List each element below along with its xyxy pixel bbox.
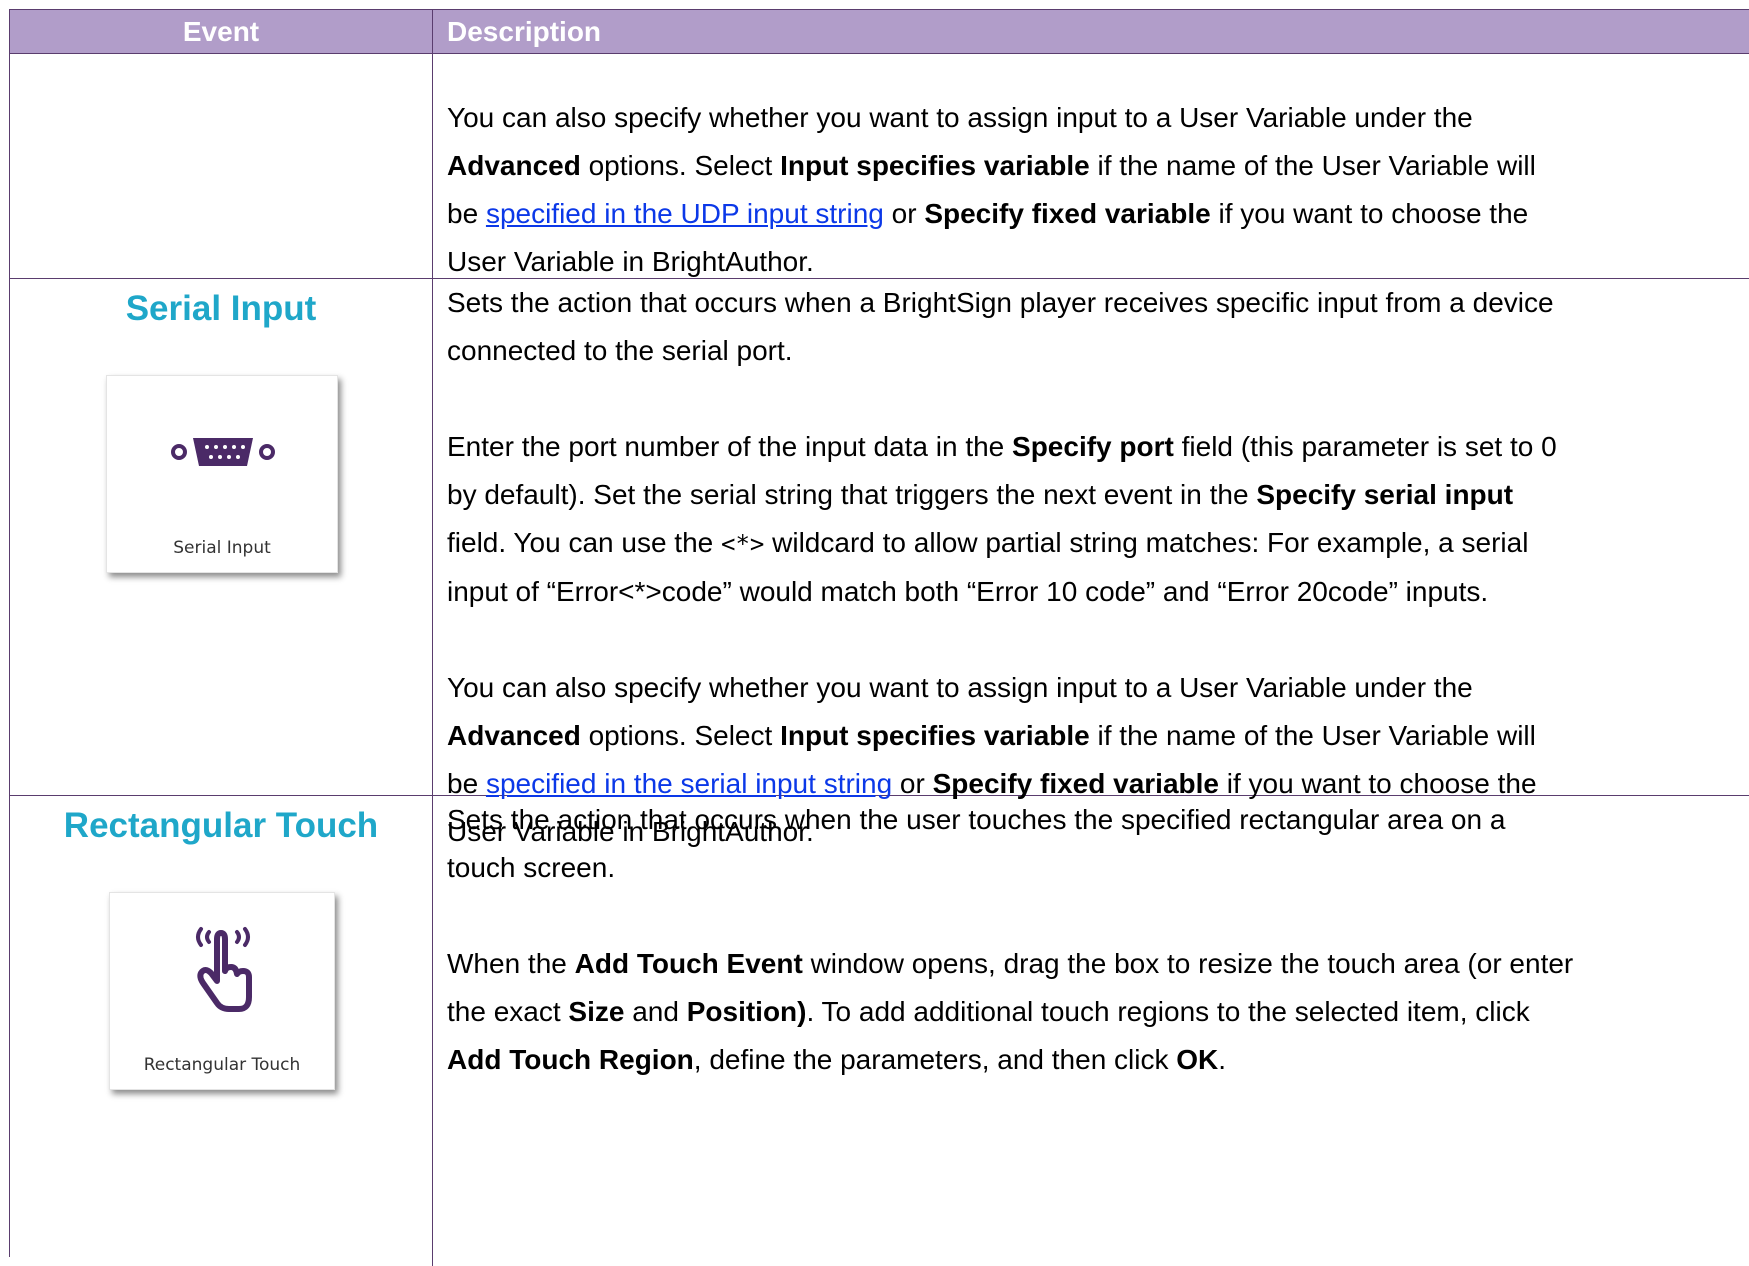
serial-input-string-link[interactable]: specified in the serial input string: [486, 768, 892, 799]
text-line: Sets the action that occurs when the use…: [447, 804, 1506, 835]
text-line: You can also specify whether you want to…: [447, 102, 1473, 133]
event-title-serial: Serial Input: [125, 289, 317, 328]
text-line: be specified in the UDP input string or …: [447, 198, 1529, 229]
description-cell: You can also specify whether you want to…: [432, 54, 1749, 278]
table-row-udp-continued: You can also specify whether you want to…: [10, 54, 1749, 279]
text-line: Add Touch Region, define the parameters,…: [447, 1044, 1227, 1075]
header-description: Description: [432, 10, 1749, 53]
text-line: You can also specify whether you want to…: [447, 672, 1473, 703]
serial-input-icon-card: Serial Input: [106, 375, 338, 573]
event-title-touch: Rectangular Touch: [63, 806, 379, 845]
text-line: Enter the port number of the input data …: [447, 431, 1557, 462]
table-header: Event Description: [10, 9, 1749, 54]
header-event: Event: [182, 15, 260, 47]
event-cell-serial: Serial Input Serial Input: [10, 279, 432, 795]
text-line: touch screen.: [447, 852, 616, 883]
serial-card-label: Serial Input: [173, 538, 271, 558]
rectangular-touch-icon-card: Rectangular Touch: [109, 892, 335, 1090]
table-row-rectangular-touch: Rectangular Touch Rectangular Touch Sets…: [10, 796, 1749, 1266]
text-line: Sets the action that occurs when a Brigh…: [447, 287, 1554, 318]
event-table: Event Description You can also specify w…: [9, 9, 1749, 1266]
text-line: Advanced options. Select Input specifies…: [447, 720, 1536, 751]
description-cell-serial: Sets the action that occurs when a Brigh…: [432, 279, 1749, 847]
text-line: connected to the serial port.: [447, 335, 793, 366]
serial-port-icon: [171, 438, 275, 466]
text-line: by default). Set the serial string that …: [447, 479, 1514, 510]
touch-card-label: Rectangular Touch: [143, 1055, 301, 1075]
text-line: When the Add Touch Event window opens, d…: [447, 948, 1574, 979]
description-cell-touch: Sets the action that occurs when the use…: [432, 796, 1749, 1266]
table-row-serial-input: Serial Input Serial Input Sets the actio…: [10, 279, 1749, 847]
event-cell-empty: [10, 54, 432, 278]
udp-input-string-link[interactable]: specified in the UDP input string: [486, 198, 884, 229]
text-line: field. You can use the <*> wildcard to a…: [447, 527, 1529, 558]
text-line: input of “Error<*>code” would match both…: [447, 576, 1489, 607]
text-line: the exact Size and Position). To add add…: [447, 996, 1530, 1027]
touch-hand-icon: [196, 927, 252, 1012]
text-line: Advanced options. Select Input specifies…: [447, 150, 1536, 181]
event-cell-touch: Rectangular Touch Rectangular Touch: [10, 796, 432, 1266]
